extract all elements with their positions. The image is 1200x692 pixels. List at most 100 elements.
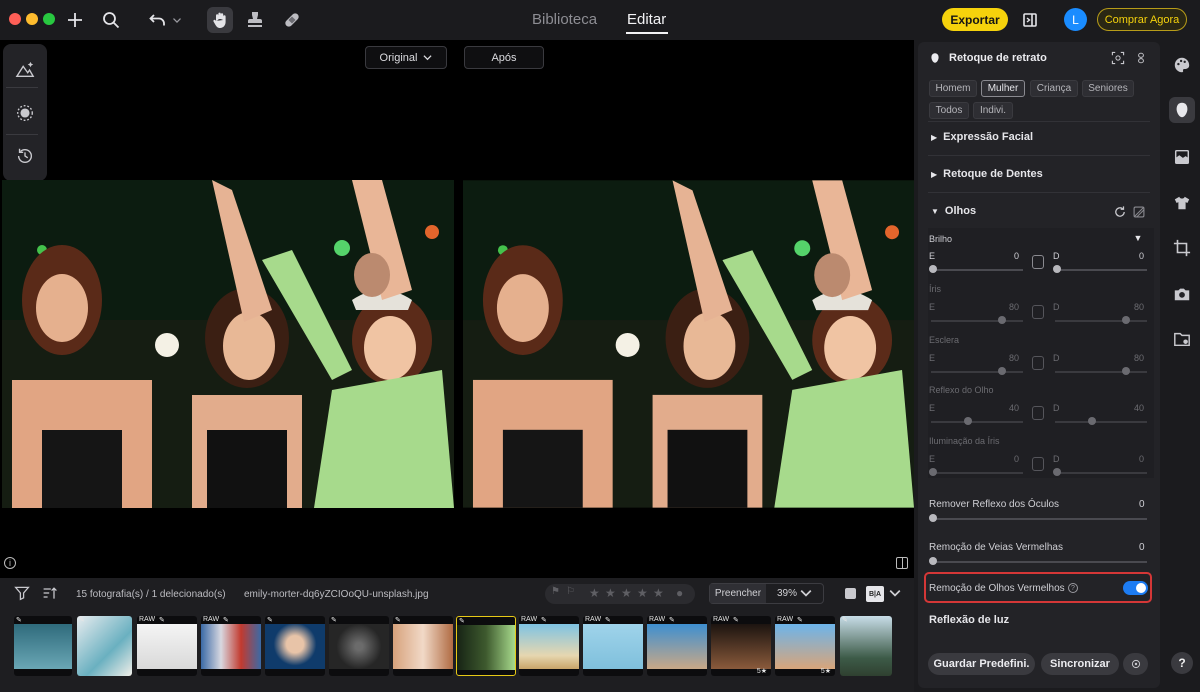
undo-icon[interactable]	[147, 9, 169, 31]
chip-todos[interactable]: Todos	[929, 102, 969, 119]
original-view-dropdown[interactable]: Original	[365, 46, 447, 69]
slider-knob[interactable]	[929, 514, 937, 522]
thumbnail-14[interactable]: ✎	[840, 616, 892, 676]
slider-knob[interactable]	[1053, 265, 1061, 273]
reflexo-right-slider[interactable]	[1055, 421, 1147, 423]
portrait-retouch-icon[interactable]	[1169, 97, 1195, 123]
brilho-right-slider[interactable]	[1055, 269, 1147, 271]
crop-icon[interactable]	[1171, 237, 1193, 259]
undo-history-chevron-icon[interactable]	[170, 9, 184, 31]
single-view-icon[interactable]	[845, 588, 856, 599]
iluminacao-right-slider[interactable]	[1055, 472, 1147, 474]
fill-button[interactable]: Preencher	[710, 584, 766, 603]
slider-knob[interactable]	[964, 417, 972, 425]
info-icon[interactable]: i	[4, 557, 16, 569]
thumbnail-7[interactable]: ✎	[393, 616, 453, 676]
slider-knob[interactable]	[1053, 468, 1061, 476]
after-view-button[interactable]: Após	[464, 46, 544, 69]
star-3-icon[interactable]: ★	[621, 586, 632, 600]
sort-icon[interactable]	[42, 585, 58, 601]
section-teeth[interactable]: ▶ Retoque de Dentes	[931, 168, 1043, 180]
minimize-window-button[interactable]	[26, 13, 38, 25]
thumbnail-12[interactable]: RAW ✎ 5★	[711, 616, 771, 676]
add-icon[interactable]	[64, 9, 86, 31]
chip-crianca[interactable]: Criança	[1030, 80, 1078, 97]
buy-now-button[interactable]: Comprar Agora	[1097, 8, 1187, 31]
chip-homem[interactable]: Homem	[929, 80, 977, 97]
section-facial-expression[interactable]: ▶ Expressão Facial	[931, 131, 1033, 143]
face-detect-icon[interactable]	[1111, 51, 1125, 65]
link-sides-icon[interactable]	[1032, 457, 1044, 471]
chevron-down-icon[interactable]	[800, 587, 812, 599]
link-icon[interactable]	[1135, 51, 1147, 65]
glasses-reflection-slider[interactable]	[931, 518, 1147, 520]
close-window-button[interactable]	[9, 13, 21, 25]
red-eye-toggle[interactable]	[1123, 581, 1148, 595]
star-2-icon[interactable]: ★	[605, 586, 616, 600]
star-1-icon[interactable]: ★	[589, 586, 600, 600]
caret-down-icon[interactable]: ▼	[1133, 233, 1143, 243]
sync-button[interactable]: Sincronizar	[1041, 653, 1119, 675]
maximize-window-button[interactable]	[43, 13, 55, 25]
ai-adjust-icon[interactable]	[14, 59, 36, 81]
folder-icon[interactable]	[1171, 328, 1193, 350]
esclera-left-slider[interactable]	[931, 371, 1023, 373]
before-after-view-icon[interactable]: B|A	[866, 586, 884, 602]
history-icon[interactable]	[14, 145, 36, 167]
link-sides-icon[interactable]	[1032, 305, 1044, 319]
iluminacao-left-slider[interactable]	[931, 472, 1023, 474]
radial-filter-icon[interactable]	[14, 102, 36, 124]
tab-edit[interactable]: Editar	[627, 11, 666, 28]
reject-flag-icon[interactable]: ⚐	[566, 586, 575, 597]
thumbnail-11[interactable]: RAW ✎	[647, 616, 707, 676]
light-reflection-label[interactable]: Reflexão de luz	[929, 614, 1009, 626]
star-4-icon[interactable]: ★	[637, 586, 648, 600]
filter-icon[interactable]	[14, 585, 30, 601]
iris-left-slider[interactable]	[931, 320, 1023, 322]
stamp-tool-icon[interactable]	[244, 9, 266, 31]
thumbnail-6[interactable]: ✎	[329, 616, 389, 676]
color-label-icon[interactable]: ●	[676, 586, 683, 600]
save-preset-button[interactable]: Guardar Predefini.	[928, 653, 1035, 675]
reflexo-left-slider[interactable]	[931, 421, 1023, 423]
slider-knob[interactable]	[929, 557, 937, 565]
side-panel-toggle-icon[interactable]	[1020, 9, 1042, 31]
thumbnail-5[interactable]: ✎	[265, 616, 325, 676]
star-5-icon[interactable]: ★	[653, 586, 664, 600]
slider-knob[interactable]	[929, 468, 937, 476]
slider-knob[interactable]	[1122, 367, 1130, 375]
reset-icon[interactable]	[1113, 205, 1127, 219]
flag-icon[interactable]: ⚑	[551, 586, 560, 597]
thumbnail-10[interactable]: RAW ✎	[583, 616, 643, 676]
thumbnail-3[interactable]: RAW ✎	[137, 616, 197, 676]
section-eyes[interactable]: ▼ Olhos	[931, 205, 976, 217]
thumbnail-1[interactable]: ✎	[14, 616, 72, 676]
red-veins-slider[interactable]	[931, 561, 1147, 563]
chip-individual[interactable]: Indivi.	[973, 102, 1013, 119]
slider-knob[interactable]	[998, 316, 1006, 324]
link-sides-icon[interactable]	[1032, 356, 1044, 370]
healing-bandage-icon[interactable]	[281, 9, 303, 31]
slider-knob[interactable]	[1122, 316, 1130, 324]
camera-icon[interactable]	[1171, 283, 1193, 305]
export-button[interactable]: Exportar	[942, 8, 1008, 31]
color-palette-icon[interactable]	[1171, 54, 1193, 76]
thumbnail-4[interactable]: RAW ✎	[201, 616, 261, 676]
avatar[interactable]: L	[1064, 8, 1087, 31]
slider-knob[interactable]	[929, 265, 937, 273]
brilho-left-slider[interactable]	[931, 269, 1023, 271]
thumbnail-8-selected[interactable]: ✎	[456, 616, 516, 676]
zoom-dropdown[interactable]: 39%	[777, 588, 797, 599]
help-button[interactable]: ?	[1171, 652, 1193, 674]
thumbnail-13[interactable]: RAW ✎ 5★	[775, 616, 835, 676]
slider-knob[interactable]	[1088, 417, 1096, 425]
sync-settings-icon[interactable]	[1123, 653, 1148, 675]
clothing-icon[interactable]	[1171, 192, 1193, 214]
chip-seniores[interactable]: Seniores	[1082, 80, 1134, 97]
toggle-visibility-icon[interactable]	[1132, 205, 1146, 219]
thumbnail-9[interactable]: RAW ✎	[519, 616, 579, 676]
esclera-right-slider[interactable]	[1055, 371, 1147, 373]
split-view-icon[interactable]	[896, 557, 908, 569]
link-sides-icon[interactable]	[1032, 255, 1044, 269]
link-sides-icon[interactable]	[1032, 406, 1044, 420]
